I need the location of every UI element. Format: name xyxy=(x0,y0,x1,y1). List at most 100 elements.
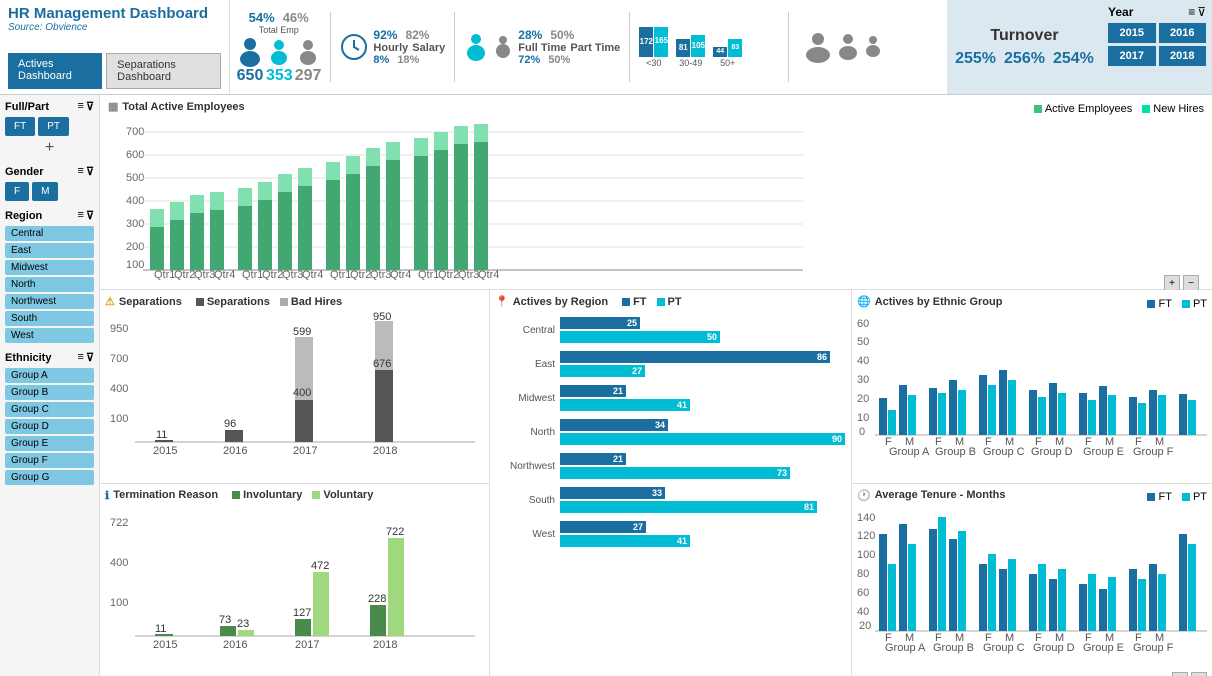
svg-text:Group B: Group B xyxy=(933,642,974,654)
svg-text:2018: 2018 xyxy=(373,445,397,457)
ft-pct: 28% xyxy=(518,28,542,42)
ethnic-ft-legend: FT xyxy=(1158,298,1171,310)
legend-active: Active Employees xyxy=(1045,103,1132,115)
tenure-collapse[interactable]: − xyxy=(1191,672,1207,676)
separations-chart: 950 700 400 100 11 2015 96 2016 xyxy=(105,312,475,462)
gender-f-btn[interactable]: F xyxy=(5,182,29,201)
pt-pct2: 50% xyxy=(548,54,570,66)
gender-m-btn[interactable]: M xyxy=(32,182,58,201)
svg-text:400: 400 xyxy=(110,557,128,569)
fullpart-funnel-icon[interactable]: ⊽ xyxy=(86,100,94,113)
svg-text:Group A: Group A xyxy=(889,446,930,458)
source-label: Source: Obvience xyxy=(8,22,221,33)
ethnicity-group-d[interactable]: Group D xyxy=(5,419,94,434)
separations-title: Separations xyxy=(119,296,182,308)
svg-text:2017: 2017 xyxy=(293,445,317,457)
region-north[interactable]: North xyxy=(5,277,94,292)
actives-region-title: Actives by Region xyxy=(513,296,608,308)
svg-text:Qtr4: Qtr4 xyxy=(302,269,323,280)
year-2015[interactable]: 2015 xyxy=(1108,23,1156,43)
svg-text:599: 599 xyxy=(293,326,311,338)
svg-text:60: 60 xyxy=(857,587,869,599)
tab-separations[interactable]: Separations Dashboard xyxy=(106,53,221,89)
svg-text:600: 600 xyxy=(126,149,144,161)
fullpart-section: Full/Part ≡ ⊽ FT PT + xyxy=(5,100,94,157)
region-funnel-icon[interactable]: ⊽ xyxy=(86,209,94,222)
svg-text:722: 722 xyxy=(386,526,404,538)
svg-text:20: 20 xyxy=(859,620,871,632)
globe-icon: 🌐 xyxy=(857,295,871,308)
region-section: Region ≡ ⊽ Central East Midwest North No… xyxy=(5,209,94,343)
svg-text:20: 20 xyxy=(857,393,869,405)
total-active-panel: ▦ Total Active Employees Active Employee… xyxy=(100,95,1212,290)
svg-text:228: 228 xyxy=(368,593,386,605)
svg-text:Group E: Group E xyxy=(1083,446,1124,458)
svg-text:Qtr1: Qtr1 xyxy=(242,269,263,280)
chart-collapse-btn[interactable]: − xyxy=(1183,275,1199,291)
ethnicity-group-b[interactable]: Group B xyxy=(5,385,94,400)
year-2018[interactable]: 2018 xyxy=(1159,46,1207,66)
region-east[interactable]: East xyxy=(5,243,94,258)
region-midwest[interactable]: Midwest xyxy=(5,260,94,275)
ethnicity-group-g[interactable]: Group G xyxy=(5,470,94,485)
svg-text:60: 60 xyxy=(857,318,869,330)
ethnic-chart: 60 50 40 30 20 10 0 F xyxy=(857,315,1207,480)
region-row-midwest: Midwest 21 41 xyxy=(495,385,846,411)
fullpart-filter-icon[interactable]: ≡ xyxy=(78,100,84,113)
plus-icon-fullpart[interactable]: + xyxy=(5,139,94,157)
svg-text:500: 500 xyxy=(126,172,144,184)
svg-text:140: 140 xyxy=(857,512,875,524)
tenure-title: Average Tenure - Months xyxy=(875,489,1006,501)
chart-expand-btn[interactable]: + xyxy=(1164,275,1180,291)
svg-text:30: 30 xyxy=(857,374,869,386)
ethnicity-label: Ethnicity xyxy=(5,352,51,364)
year-2017[interactable]: 2017 xyxy=(1108,46,1156,66)
tenure-panel: 🕐 Average Tenure - Months FT PT xyxy=(852,484,1212,676)
parttime-label: Part Time xyxy=(570,42,620,54)
total-active-chart: 700 600 500 400 300 200 100 xyxy=(108,120,808,280)
svg-text:Group C: Group C xyxy=(983,642,1025,654)
region-south[interactable]: South xyxy=(5,311,94,326)
gender-funnel-icon[interactable]: ⊽ xyxy=(86,165,94,178)
svg-text:100: 100 xyxy=(857,549,875,561)
ethnicity-funnel-icon[interactable]: ⊽ xyxy=(86,351,94,364)
fullpart-ft-btn[interactable]: FT xyxy=(5,117,35,136)
fullpart-pt-btn[interactable]: PT xyxy=(38,117,69,136)
region-west[interactable]: West xyxy=(5,328,94,343)
gender-filter-icon[interactable]: ≡ xyxy=(78,165,84,178)
svg-text:50: 50 xyxy=(857,336,869,348)
termination-title: Termination Reason xyxy=(113,489,218,501)
sep-legend: Separations xyxy=(207,296,270,308)
main-area: Full/Part ≡ ⊽ FT PT + Gender ≡ ⊽ xyxy=(0,95,1212,676)
tenure-expand[interactable]: + xyxy=(1172,672,1188,676)
svg-text:Qtr4: Qtr4 xyxy=(478,269,499,280)
region-row-south: South 33 81 xyxy=(495,487,846,513)
gender-section: Gender ≡ ⊽ F M xyxy=(5,165,94,201)
svg-text:2015: 2015 xyxy=(153,639,177,651)
hourly-label: Hourly xyxy=(373,42,408,54)
svg-text:2017: 2017 xyxy=(356,279,380,280)
year-2016[interactable]: 2016 xyxy=(1159,23,1207,43)
pt-pct: 50% xyxy=(550,28,574,42)
svg-text:127: 127 xyxy=(293,607,311,619)
svg-text:200: 200 xyxy=(126,241,144,253)
ethnicity-group-a[interactable]: Group A xyxy=(5,368,94,383)
region-filter-icon[interactable]: ≡ xyxy=(78,209,84,222)
tab-actives[interactable]: Actives Dashboard xyxy=(8,53,102,89)
ethnicity-filter-icon[interactable]: ≡ xyxy=(78,351,84,364)
region-northwest[interactable]: Northwest xyxy=(5,294,94,309)
region-central[interactable]: Central xyxy=(5,226,94,241)
ethnicity-group-e[interactable]: Group E xyxy=(5,436,94,451)
svg-text:96: 96 xyxy=(224,418,236,430)
filter-icon[interactable]: ⊽ xyxy=(1197,5,1206,19)
fullpart-label: Full/Part xyxy=(5,101,49,113)
svg-text:Qtr1: Qtr1 xyxy=(330,269,351,280)
svg-text:100: 100 xyxy=(110,413,128,425)
list-icon[interactable]: ≡ xyxy=(1188,5,1195,19)
dashboard-title: HR Management Dashboard xyxy=(8,5,221,22)
tenure-ft-legend: FT xyxy=(1158,491,1171,503)
ethnicity-group-f[interactable]: Group F xyxy=(5,453,94,468)
svg-text:2016: 2016 xyxy=(223,639,247,651)
svg-text:700: 700 xyxy=(110,353,128,365)
ethnicity-group-c[interactable]: Group C xyxy=(5,402,94,417)
